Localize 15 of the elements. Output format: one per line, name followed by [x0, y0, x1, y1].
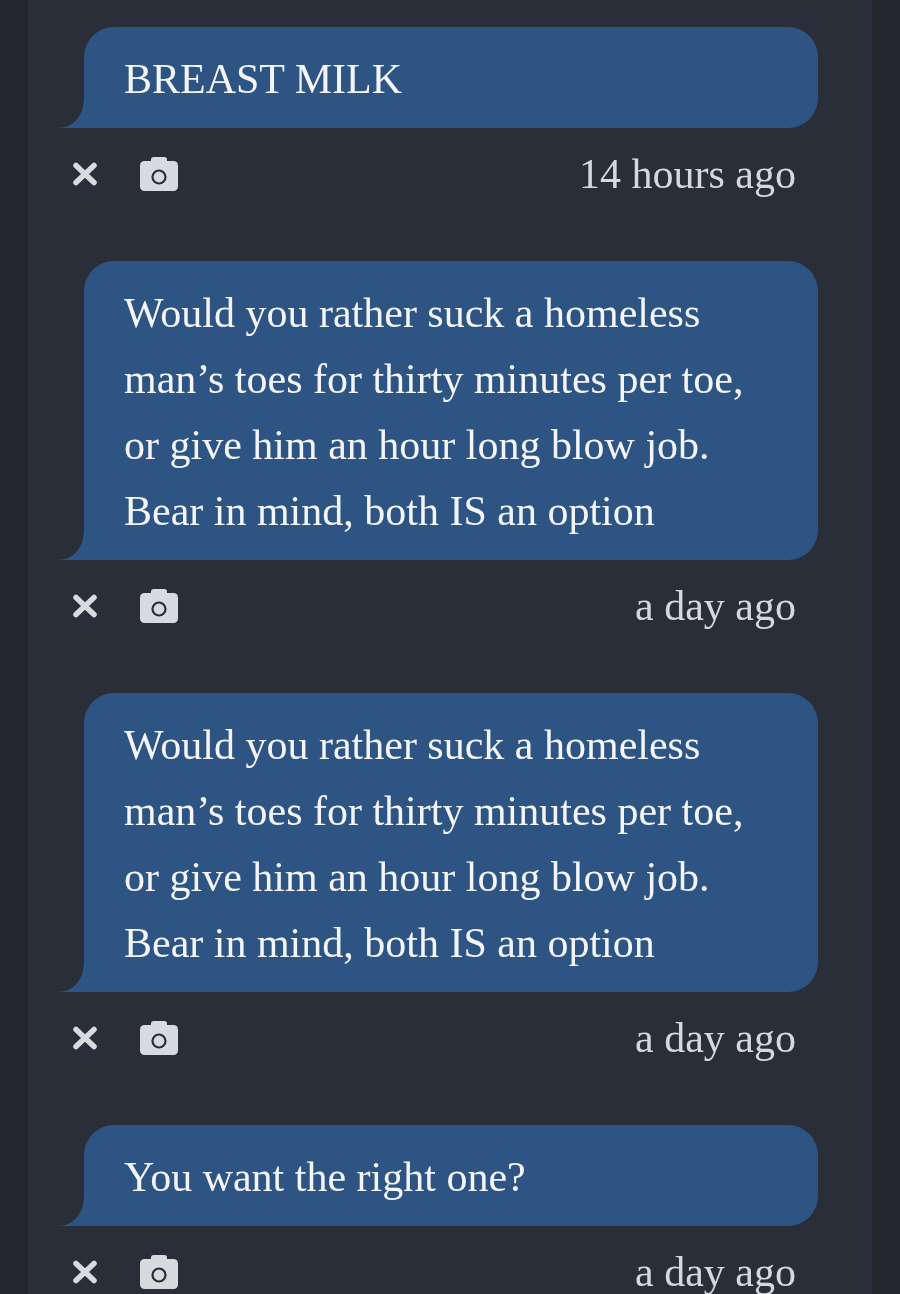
- close-icon[interactable]: [72, 594, 98, 618]
- camera-icon[interactable]: [140, 157, 178, 191]
- close-icon[interactable]: [72, 1260, 98, 1284]
- close-icon[interactable]: [72, 162, 98, 186]
- camera-icon[interactable]: [140, 1255, 178, 1289]
- message-bubble: You want the right one?: [60, 1125, 818, 1226]
- timestamp: a day ago: [635, 582, 796, 630]
- timestamp: a day ago: [635, 1014, 796, 1062]
- timestamp: 14 hours ago: [579, 150, 796, 198]
- camera-icon[interactable]: [140, 589, 178, 623]
- camera-icon[interactable]: [140, 1021, 178, 1055]
- message-bubble: BREAST MILK: [60, 27, 818, 128]
- message-bubble: Would you rather suck a homeless man’s toes for thirty minutes per toe, or give him an hour long blow job. Bear in mind, both IS an option: [60, 693, 818, 992]
- close-icon[interactable]: [72, 1026, 98, 1050]
- message-bubble: Would you rather suck a homeless man’s toes for thirty minutes per toe, or give him an hour long blow job. Bear in mind, both IS an option: [60, 261, 818, 560]
